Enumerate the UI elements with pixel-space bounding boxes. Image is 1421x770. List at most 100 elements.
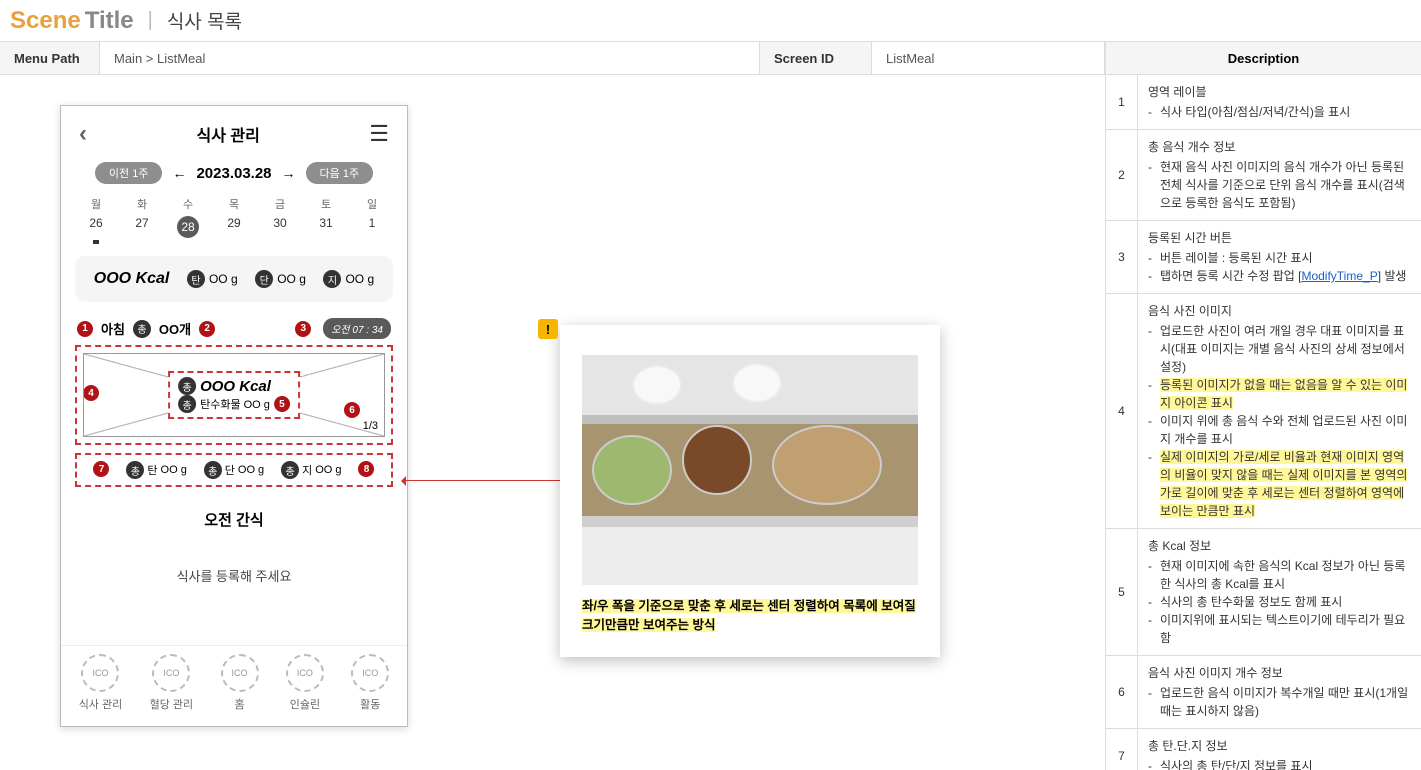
date-cell[interactable]: 1	[358, 216, 386, 238]
meal-nutrition-row: 7 총탄 OO g 총단 OO g 총지 OO g 8	[75, 453, 393, 487]
desc-row: 6음식 사진 이미지 개수 정보업로드한 음식 이미지가 복수개일 때만 표시(…	[1106, 656, 1421, 729]
total-kcal: OOO Kcal	[94, 270, 170, 288]
tab-bar: ICO식사 관리 ICO혈당 관리 ICO홈 ICO인슐린 ICO활동	[61, 645, 407, 726]
carb-val: OO g	[209, 272, 238, 286]
tab-icon: ICO	[221, 654, 259, 692]
scene-label: Scene	[10, 7, 81, 35]
screen-id-value: ListMeal	[872, 42, 1105, 74]
desc-title: 총 음식 개수 정보	[1148, 138, 1411, 156]
date-cell[interactable]: 31	[312, 216, 340, 238]
desc-item: 이미지위에 표시되는 텍스트이기에 테두리가 필요함	[1148, 611, 1411, 647]
dow: 수	[183, 196, 193, 212]
hamburger-icon[interactable]: ☰	[369, 121, 389, 147]
carb-icon: 탄	[187, 270, 205, 288]
tab-icon: ICO	[351, 654, 389, 692]
desc-title: 총 탄.단.지 정보	[1148, 737, 1411, 755]
desc-title: 음식 사진 이미지 개수 정보	[1148, 664, 1411, 682]
desc-row: 1영역 레이블식사 타입(아침/점심/저녁/간식)을 표시	[1106, 75, 1421, 130]
date-cell-selected[interactable]: 28	[174, 216, 202, 238]
date-cell[interactable]: 29	[220, 216, 248, 238]
total-icon: 총	[133, 320, 151, 338]
dow: 월	[91, 196, 101, 212]
next-week-button[interactable]: 다음 1주	[306, 162, 374, 184]
screen-id-label: Screen ID	[760, 42, 872, 74]
meal-title: 아침	[101, 319, 125, 338]
protein-icon: 단	[255, 270, 273, 288]
desc-item: 이미지 위에 총 음식 수와 전체 업로드된 사진 이미지 개수를 표시	[1148, 412, 1411, 448]
day-of-week-row: 월 화 수 목 금 토 일	[61, 188, 407, 212]
fat-icon: 지	[323, 270, 341, 288]
desc-item: 등록된 이미지가 없을 때는 없음을 알 수 있는 이미지 아이콘 표시	[1148, 376, 1411, 412]
desc-title: 영역 레이블	[1148, 83, 1411, 101]
dow: 목	[229, 196, 239, 212]
badge-6: 6	[344, 402, 360, 418]
desc-number: 6	[1106, 656, 1138, 728]
desc-title: 음식 사진 이미지	[1148, 302, 1411, 320]
dates-row: 26 27 28 29 30 31 1	[61, 212, 407, 250]
desc-row: 4음식 사진 이미지업로드한 사진이 여러 개일 경우 대표 이미지를 표시(대…	[1106, 294, 1421, 529]
date-cell[interactable]: 27	[128, 216, 156, 238]
desc-body: 음식 사진 이미지 개수 정보업로드한 음식 이미지가 복수개일 때만 표시(1…	[1138, 656, 1421, 728]
tab-icon: ICO	[286, 654, 324, 692]
date-cell[interactable]: 30	[266, 216, 294, 238]
total-icon: 총	[126, 461, 144, 479]
phone-title: 식사 관리	[196, 122, 259, 146]
tab-glucose[interactable]: ICO혈당 관리	[150, 654, 194, 712]
time-chip[interactable]: 오전 07 : 34	[323, 318, 391, 339]
tab-home[interactable]: ICO홈	[221, 654, 259, 712]
meal-image-placeholder[interactable]: 총OOO Kcal 총탄수화물 OO g5 6 1/3	[83, 353, 385, 437]
desc-body: 총 탄.단.지 정보식사의 총 탄/단/지 정보를 표시	[1138, 729, 1421, 770]
scene-title-word: Title	[85, 7, 134, 35]
desc-link[interactable]: ModifyTime_P	[1301, 269, 1377, 283]
snack-section-title: 오전 간식	[61, 495, 407, 540]
dow: 토	[321, 196, 331, 212]
dow: 화	[137, 196, 147, 212]
badge-2: 2	[199, 321, 215, 337]
desc-item: 실제 이미지의 가로/세로 비율과 현재 이미지 영역의 비율이 맞지 않을 때…	[1148, 448, 1411, 520]
current-date: 2023.03.28	[196, 165, 271, 182]
protein-val: OO g	[277, 272, 306, 286]
desc-row: 5총 Kcal 정보현재 이미지에 속한 음식의 Kcal 정보가 아닌 등록한…	[1106, 529, 1421, 656]
meta-row: Menu Path Main > ListMeal Screen ID List…	[0, 42, 1421, 75]
prev-arrow-icon[interactable]: ←	[172, 165, 186, 181]
kcal-overlay: 총OOO Kcal 총탄수화물 OO g5	[168, 371, 300, 419]
prev-week-button[interactable]: 이전 1주	[95, 162, 163, 184]
desc-body: 영역 레이블식사 타입(아침/점심/저녁/간식)을 표시	[1138, 75, 1421, 129]
annotation-arrow	[402, 480, 560, 481]
image-count: 1/3	[363, 420, 378, 432]
dow: 일	[367, 196, 377, 212]
menu-path-label: Menu Path	[0, 42, 100, 74]
desc-body: 총 Kcal 정보현재 이미지에 속한 음식의 Kcal 정보가 아닌 등록한 …	[1138, 529, 1421, 655]
fat-val: OO g	[345, 272, 374, 286]
badge-8: 8	[358, 461, 374, 477]
desc-row: 3등록된 시간 버튼버튼 레이블 : 등록된 시간 표시탭하면 등록 시간 수정…	[1106, 221, 1421, 294]
description-header: Description	[1105, 42, 1421, 74]
overlay-carb: 탄수화물 OO g	[200, 396, 270, 412]
desc-item: 업로드한 음식 이미지가 복수개일 때만 표시(1개일 때는 표시하지 않음)	[1148, 684, 1411, 720]
total-icon: 총	[178, 377, 196, 395]
desc-body: 음식 사진 이미지업로드한 사진이 여러 개일 경우 대표 이미지를 표시(대표…	[1138, 294, 1421, 528]
desc-row: 7총 탄.단.지 정보식사의 총 탄/단/지 정보를 표시	[1106, 729, 1421, 770]
phone-mock: ‹ 식사 관리 ☰ 이전 1주 ← 2023.03.28 → 다음 1주 월 화…	[60, 105, 408, 727]
divider: |	[148, 9, 153, 32]
date-cell[interactable]: 26	[82, 216, 110, 238]
menu-path-value: Main > ListMeal	[100, 42, 760, 74]
photo-example-card: ! 좌/우 폭을 기준으로 맞춘 후 세로는 센터 정렬하여 목록에 보여질 크…	[560, 325, 940, 657]
tab-insulin[interactable]: ICO인슐린	[286, 654, 324, 712]
total-icon: 총	[178, 395, 196, 413]
desc-item: 식사 타입(아침/점심/저녁/간식)을 표시	[1148, 103, 1411, 121]
desc-title: 등록된 시간 버튼	[1148, 229, 1411, 247]
tab-meal[interactable]: ICO식사 관리	[79, 654, 123, 712]
desc-body: 등록된 시간 버튼버튼 레이블 : 등록된 시간 표시탭하면 등록 시간 수정 …	[1138, 221, 1421, 293]
overlay-kcal: OOO Kcal	[200, 378, 271, 395]
desc-number: 7	[1106, 729, 1138, 770]
desc-item: 현재 이미지에 속한 음식의 Kcal 정보가 아닌 등록한 식사의 총 Kca…	[1148, 557, 1411, 593]
tab-activity[interactable]: ICO활동	[351, 654, 389, 712]
desc-title: 총 Kcal 정보	[1148, 537, 1411, 555]
back-icon[interactable]: ‹	[79, 120, 87, 148]
scene-header: Scene Title | 식사 목록	[0, 0, 1421, 42]
desc-number: 4	[1106, 294, 1138, 528]
badge-3: 3	[295, 321, 311, 337]
next-arrow-icon[interactable]: →	[282, 165, 296, 181]
meal-header: 1 아침 총 OO개 2 3 오전 07 : 34	[61, 308, 407, 345]
